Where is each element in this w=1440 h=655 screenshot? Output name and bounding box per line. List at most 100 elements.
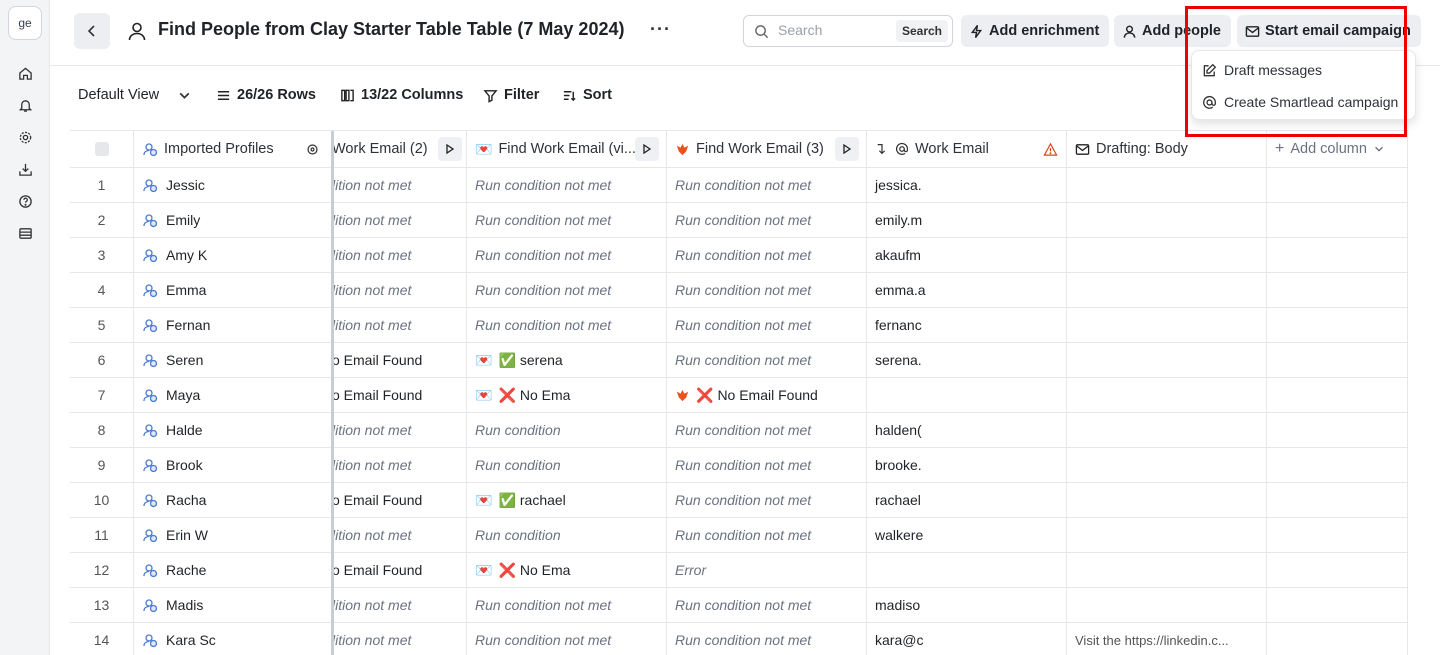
profile-cell[interactable]: Racha [134,483,332,518]
find-work-email-vi-cell[interactable]: Run condition [467,518,667,553]
work-email-2-cell[interactable]: o Email Found [332,483,467,518]
profile-cell[interactable]: Maya [134,378,332,413]
find-work-email-vi-cell[interactable]: 💌 ❌ No Ema [467,378,667,413]
empty-cell[interactable] [1267,378,1408,413]
empty-cell[interactable] [1267,623,1408,655]
drafting-body-cell[interactable] [1067,553,1267,588]
empty-cell[interactable] [1267,483,1408,518]
work-email-cell[interactable]: kara@c [867,623,1067,655]
create-smartlead-campaign-item[interactable]: Create Smartlead campaign [1202,89,1398,115]
profile-cell[interactable]: Fernan [134,308,332,343]
profile-cell[interactable]: Emma [134,273,332,308]
find-work-email-3-cell[interactable]: Run condition not met [667,518,867,553]
work-email-2-cell[interactable]: lition not met [332,238,467,273]
find-work-email-vi-cell[interactable]: Run condition not met [467,588,667,623]
find-work-email-vi-cell[interactable]: Run condition not met [467,273,667,308]
rows-button[interactable]: 26/26 Rows [216,87,316,103]
empty-cell[interactable] [1267,413,1408,448]
drafting-body-cell[interactable] [1067,308,1267,343]
col-header-work-email[interactable]: Work Email [867,131,1067,168]
work-email-cell[interactable]: walkere [867,518,1067,553]
profile-cell[interactable]: Halde [134,413,332,448]
home-icon[interactable] [16,64,34,82]
row-number[interactable]: 11 [70,518,134,553]
work-email-cell[interactable]: jessica. [867,168,1067,203]
profile-cell[interactable]: Seren [134,343,332,378]
view-selector[interactable]: Default View [78,87,192,103]
drafting-body-cell[interactable] [1067,483,1267,518]
profile-cell[interactable]: Jessic [134,168,332,203]
empty-cell[interactable] [1267,343,1408,378]
find-work-email-vi-cell[interactable]: Run condition not met [467,168,667,203]
work-email-cell[interactable] [867,378,1067,413]
workspace-avatar[interactable]: ge [8,6,42,40]
find-work-email-3-cell[interactable]: Run condition not met [667,448,867,483]
table-icon[interactable] [16,224,34,242]
drafting-body-cell[interactable] [1067,448,1267,483]
row-number[interactable]: 6 [70,343,134,378]
row-number[interactable]: 2 [70,203,134,238]
work-email-2-cell[interactable]: lition not met [332,168,467,203]
download-icon[interactable] [16,160,34,178]
row-number[interactable]: 7 [70,378,134,413]
find-work-email-vi-cell[interactable]: Run condition [467,413,667,448]
work-email-2-cell[interactable]: lition not met [332,203,467,238]
find-work-email-vi-cell[interactable]: 💌 ✅ serena [467,343,667,378]
search-button[interactable]: Search [895,20,948,42]
profile-cell[interactable]: Brook [134,448,332,483]
empty-cell[interactable] [1267,448,1408,483]
find-work-email-3-cell[interactable]: Run condition not met [667,413,867,448]
drafting-body-cell[interactable] [1067,168,1267,203]
row-number[interactable]: 4 [70,273,134,308]
draft-messages-item[interactable]: Draft messages [1202,57,1322,83]
col-header-email-vi[interactable]: 💌 Find Work Email (vi... [467,131,667,168]
row-number[interactable]: 10 [70,483,134,518]
run-column-button[interactable] [635,137,659,161]
add-column-button[interactable]: + Add column [1267,131,1408,168]
find-work-email-vi-cell[interactable]: 💌 ❌ No Ema [467,553,667,588]
find-work-email-vi-cell[interactable]: 💌 ✅ rachael [467,483,667,518]
add-enrichment-button[interactable]: Add enrichment [961,15,1110,47]
more-options-button[interactable]: ··· [650,19,671,40]
find-work-email-3-cell[interactable]: Run condition not met [667,343,867,378]
empty-cell[interactable] [1267,238,1408,273]
find-work-email-3-cell[interactable]: Run condition not met [667,588,867,623]
gear-icon[interactable] [16,128,34,146]
select-all-checkbox[interactable] [94,142,109,156]
find-work-email-vi-cell[interactable]: Run condition not met [467,238,667,273]
drafting-body-cell[interactable] [1067,203,1267,238]
find-work-email-3-cell[interactable]: Run condition not met [667,168,867,203]
work-email-2-cell[interactable]: lition not met [332,623,467,655]
work-email-cell[interactable]: akaufm [867,238,1067,273]
drafting-body-cell[interactable] [1067,238,1267,273]
back-button[interactable] [74,13,110,49]
find-work-email-3-cell[interactable]: Run condition not met [667,203,867,238]
find-work-email-3-cell[interactable]: Error [667,553,867,588]
empty-cell[interactable] [1267,308,1408,343]
find-work-email-3-cell[interactable]: ❌ No Email Found [667,378,867,413]
col-header-drafting[interactable]: Drafting: Body [1067,131,1267,168]
work-email-cell[interactable]: fernanc [867,308,1067,343]
add-people-button[interactable]: Add people [1114,15,1231,47]
col-header-email3[interactable]: Find Work Email (3) [667,131,867,168]
work-email-cell[interactable]: emma.a [867,273,1067,308]
find-work-email-vi-cell[interactable]: Run condition not met [467,623,667,655]
work-email-2-cell[interactable]: lition not met [332,588,467,623]
find-work-email-3-cell[interactable]: Run condition not met [667,483,867,518]
drafting-body-cell[interactable] [1067,273,1267,308]
row-number[interactable]: 5 [70,308,134,343]
work-email-2-cell[interactable]: o Email Found [332,378,467,413]
sort-button[interactable]: Sort [562,87,612,103]
find-work-email-3-cell[interactable]: Run condition not met [667,308,867,343]
find-work-email-vi-cell[interactable]: Run condition [467,448,667,483]
help-icon[interactable] [16,192,34,210]
work-email-cell[interactable]: emily.m [867,203,1067,238]
find-work-email-vi-cell[interactable]: Run condition not met [467,308,667,343]
empty-cell[interactable] [1267,518,1408,553]
search-input[interactable] [778,22,888,38]
work-email-2-cell[interactable]: lition not met [332,273,467,308]
row-number[interactable]: 1 [70,168,134,203]
drafting-body-cell[interactable] [1067,343,1267,378]
profile-cell[interactable]: Rache [134,553,332,588]
empty-cell[interactable] [1267,553,1408,588]
